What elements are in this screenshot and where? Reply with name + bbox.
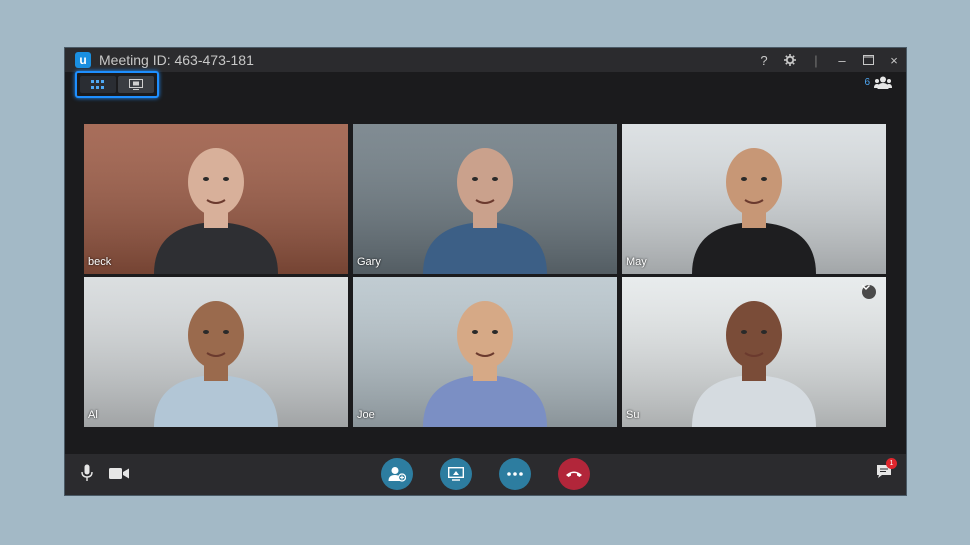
participants-icon — [874, 76, 892, 89]
chat-button[interactable]: 1 — [876, 458, 897, 484]
meeting-window: u Meeting ID: 463-473-181 ? | – × 6 beck… — [64, 47, 907, 496]
maximize-button[interactable] — [862, 55, 874, 65]
help-button[interactable]: ? — [758, 53, 770, 68]
speaker-view-icon — [129, 79, 143, 90]
close-button[interactable]: × — [888, 53, 900, 68]
participants-indicator[interactable]: 6 — [864, 76, 892, 89]
video-tile[interactable]: Al — [84, 277, 348, 427]
camera-icon[interactable] — [109, 467, 129, 485]
app-logo: u — [75, 52, 91, 68]
microphone-icon[interactable] — [81, 464, 93, 487]
meeting-toolbar: 1 — [65, 454, 906, 495]
end-call-icon — [566, 471, 582, 477]
video-tile[interactable]: beck — [84, 124, 348, 274]
separator: | — [814, 52, 818, 68]
invite-participant-icon — [388, 467, 406, 482]
participant-video — [353, 277, 617, 427]
meeting-title: Meeting ID: 463-473-181 — [99, 52, 254, 68]
title-bar: u Meeting ID: 463-473-181 ? | – × — [65, 48, 906, 72]
speaker-view-button[interactable] — [118, 76, 154, 93]
video-tile[interactable]: May — [622, 124, 886, 274]
participant-video — [353, 124, 617, 274]
participant-video — [84, 124, 348, 274]
video-tile[interactable]: Joe — [353, 277, 617, 427]
participant-count: 6 — [864, 77, 870, 88]
chat-notification-badge: 1 — [886, 458, 897, 469]
window-controls: ? | – × — [758, 48, 900, 72]
settings-gear-icon[interactable] — [784, 54, 796, 66]
participant-name: May — [626, 256, 647, 268]
more-options-icon — [507, 472, 523, 476]
participant-name: Al — [88, 409, 98, 421]
video-grid: beck Gary May Al Joe Su — [84, 124, 886, 427]
participant-name: Su — [626, 409, 640, 421]
more-options-button[interactable] — [499, 458, 531, 490]
invite-participant-button[interactable] — [381, 458, 413, 490]
participant-video — [84, 277, 348, 427]
video-tile[interactable]: Su — [622, 277, 886, 427]
view-toggle — [75, 71, 159, 98]
video-tile[interactable]: Gary — [353, 124, 617, 274]
participant-video — [622, 277, 886, 427]
participant-name: beck — [88, 256, 112, 268]
participant-name: Gary — [357, 256, 381, 268]
grid-view-icon — [91, 79, 104, 89]
end-call-button[interactable] — [558, 458, 590, 490]
participant-video — [622, 124, 886, 274]
share-screen-icon — [448, 467, 464, 481]
share-screen-button[interactable] — [440, 458, 472, 490]
minimize-button[interactable]: – — [836, 53, 848, 68]
participant-name: Joe — [357, 409, 375, 421]
chevron-down-icon[interactable] — [862, 285, 876, 299]
grid-view-button[interactable] — [80, 76, 116, 93]
